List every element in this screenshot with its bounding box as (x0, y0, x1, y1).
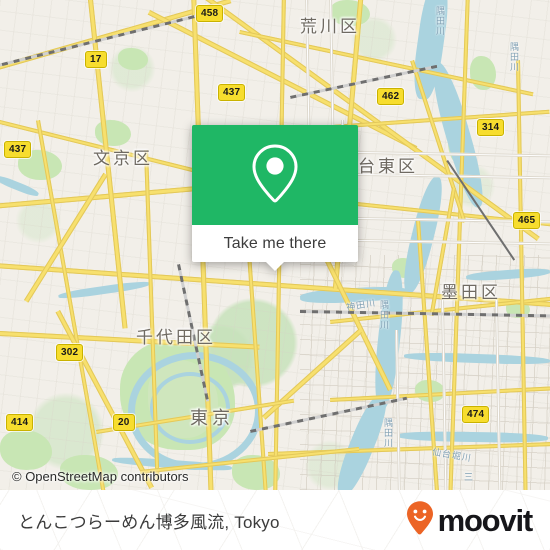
bottom-info-bar: とんこつらーめん博多風流, Tokyo moovit (0, 490, 550, 550)
river-label: 隅田川 (509, 42, 519, 72)
road-shield[interactable]: 314 (477, 119, 505, 136)
district-label-sumida: 墨田区 (441, 283, 501, 302)
river-label: 隅田川 (379, 300, 389, 330)
place-title: とんこつらーめん博多風流, Tokyo (18, 512, 280, 532)
osm-attribution[interactable]: © OpenStreetMap contributors (12, 469, 189, 484)
destination-callout-card[interactable]: Take me there (192, 125, 358, 271)
district-label-bunkyo: 文京区 (93, 149, 153, 168)
moovit-logo[interactable]: moovit (405, 500, 534, 541)
moovit-pin-smiley-icon (405, 500, 435, 541)
take-me-there-button[interactable]: Take me there (224, 235, 327, 253)
callout-header (192, 125, 358, 225)
river-label: 隅田川 (383, 418, 393, 448)
river-label: 隅田川 (435, 6, 445, 36)
district-label-arakawa: 荒川区 (300, 17, 360, 36)
road-shield[interactable]: 17 (85, 51, 107, 68)
district-label-chiyoda: 千代田区 (136, 328, 216, 347)
city-label-tokyo: 東京 (190, 408, 234, 428)
moovit-map-screenshot: 458 17 437 462 314 437 465 302 414 20 47… (0, 0, 550, 550)
road-shield[interactable]: 437 (218, 84, 246, 101)
road-shield[interactable]: 302 (56, 344, 84, 361)
road-shield[interactable]: 20 (113, 414, 135, 431)
moovit-wordmark: moovit (437, 502, 534, 538)
road-shield[interactable]: 458 (196, 5, 224, 22)
map-canvas[interactable]: 458 17 437 462 314 437 465 302 414 20 47… (0, 0, 550, 490)
road-shield[interactable]: 414 (6, 414, 34, 431)
map-pin-icon (247, 142, 303, 208)
road-shield[interactable]: 474 (462, 406, 490, 423)
river-label: 三 (463, 472, 473, 482)
road-shield[interactable]: 462 (377, 88, 405, 105)
callout-pointer-tail (265, 261, 285, 271)
road-shield[interactable]: 465 (513, 212, 541, 229)
road-shield[interactable]: 437 (4, 141, 32, 158)
callout-footer[interactable]: Take me there (192, 225, 358, 271)
district-label-taito: 台東区 (358, 157, 418, 176)
